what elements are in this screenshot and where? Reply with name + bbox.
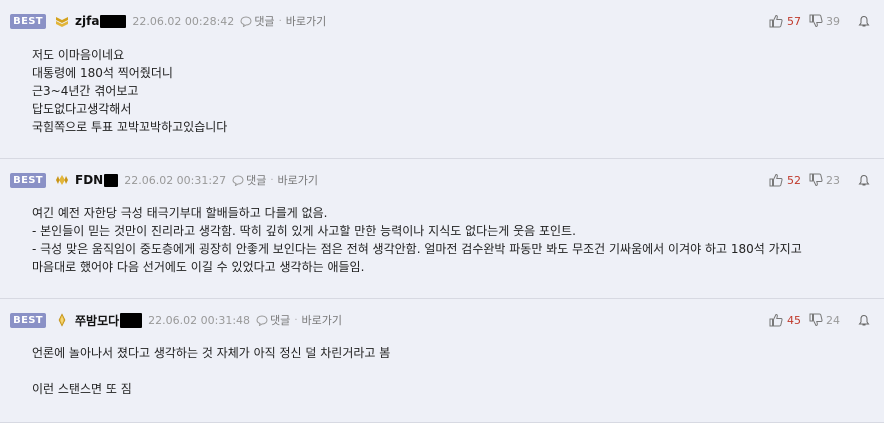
redaction-box — [100, 14, 127, 28]
thumbs-down-icon[interactable] — [809, 14, 823, 28]
author-nickname[interactable]: FDN — [75, 173, 103, 187]
downvote-count: 23 — [826, 173, 840, 187]
comment-line: 여긴 예전 자한당 극성 태극기부대 할배들하고 다를게 없음. — [32, 206, 328, 220]
comment-item: BEST FDN 22.06.02 00:31:27 댓글 · 바로가기 52 … — [0, 159, 884, 299]
comment-body: 저도 이마음이네요 대통령에 180석 찍어줬더니 근3~4년간 겪어보고 답도… — [32, 46, 227, 136]
comment-item: BEST 쭈밤모다 22.06.02 00:31:48 댓글 · 바로가기 45… — [0, 299, 884, 423]
downvote-count: 24 — [826, 313, 840, 327]
vote-area: 52 23 — [769, 173, 870, 187]
comment-line: 저도 이마음이네요 — [32, 48, 125, 62]
thumbs-down-icon[interactable] — [809, 313, 823, 327]
thumbs-up-icon[interactable] — [769, 173, 783, 187]
comment-timestamp: 22.06.02 00:31:27 — [124, 173, 227, 187]
comment-line: - 본인들이 믿는 것만이 진리라고 생각함. 딱히 깊히 있게 사고할 만한 … — [32, 224, 576, 238]
goto-link[interactable]: 바로가기 — [286, 13, 326, 29]
vote-area: 45 24 — [769, 313, 870, 327]
speech-bubble-icon — [232, 174, 244, 187]
meta-separator: · — [278, 15, 282, 27]
goto-link[interactable]: 바로가기 — [278, 172, 318, 188]
comment-line: 마음대로 했어야 다음 선거에도 이길 수 있었다고 생각하는 애들임. — [32, 260, 365, 274]
comment-line: 답도없다고생각해서 — [32, 102, 132, 116]
upvote-count: 57 — [787, 14, 801, 28]
report-bell-icon[interactable] — [858, 174, 870, 187]
thumbs-down-icon[interactable] — [809, 173, 823, 187]
gold-gem-rank-icon — [55, 313, 69, 327]
comment-meta: BEST FDN 22.06.02 00:31:27 댓글 · 바로가기 — [10, 171, 318, 189]
vote-area: 57 39 — [769, 14, 870, 28]
downvote-count: 39 — [826, 14, 840, 28]
report-bell-icon[interactable] — [858, 15, 870, 28]
redaction-box — [120, 312, 143, 328]
comment-body: 여긴 예전 자한당 극성 태극기부대 할배들하고 다를게 없음. - 본인들이 … — [32, 204, 802, 276]
thumbs-up-icon[interactable] — [769, 14, 783, 28]
speech-bubble-icon — [256, 314, 268, 327]
meta-separator: · — [294, 314, 298, 326]
speech-bubble-icon — [240, 15, 252, 28]
comment-meta: BEST zjfa 22.06.02 00:28:42 댓글 · 바로가기 — [10, 12, 326, 30]
comment-line: 언론에 놀아나서 졌다고 생각하는 것 자체가 아직 정신 덜 차린거라고 봄 — [32, 346, 391, 360]
comment-meta: BEST 쭈밤모다 22.06.02 00:31:48 댓글 · 바로가기 — [10, 311, 342, 329]
author-nickname[interactable]: zjfa — [75, 14, 99, 28]
gold-chevron-rank-icon — [55, 14, 69, 28]
comment-timestamp: 22.06.02 00:31:48 — [148, 313, 251, 327]
best-badge: BEST — [10, 13, 46, 29]
comment-item: BEST zjfa 22.06.02 00:28:42 댓글 · 바로가기 57… — [0, 0, 884, 159]
comment-line: 근3~4년간 겪어보고 — [32, 84, 139, 98]
thumbs-up-icon[interactable] — [769, 313, 783, 327]
reply-link[interactable]: 댓글 — [270, 312, 290, 328]
comment-line: 국힘쪽으로 투표 꼬박꼬박하고있습니다 — [32, 120, 228, 134]
comment-line: - 극성 맞은 움직임이 중도층에게 굉장히 안좋게 보인다는 점은 전혀 생각… — [32, 242, 802, 256]
gold-wings-rank-icon — [55, 173, 69, 187]
comment-line: 이런 스탠스면 또 짐 — [32, 382, 132, 396]
reply-link[interactable]: 댓글 — [254, 13, 274, 29]
meta-separator: · — [270, 174, 274, 186]
upvote-count: 45 — [787, 313, 801, 327]
upvote-count: 52 — [787, 173, 801, 187]
author-nickname[interactable]: 쭈밤모다 — [75, 312, 119, 329]
comment-blank-line — [32, 362, 390, 380]
report-bell-icon[interactable] — [858, 314, 870, 327]
best-badge: BEST — [10, 312, 46, 328]
comment-body: 언론에 놀아나서 졌다고 생각하는 것 자체가 아직 정신 덜 차린거라고 봄 … — [32, 344, 390, 398]
comment-timestamp: 22.06.02 00:28:42 — [132, 14, 235, 28]
best-badge: BEST — [10, 172, 46, 188]
reply-link[interactable]: 댓글 — [246, 172, 266, 188]
goto-link[interactable]: 바로가기 — [302, 312, 342, 328]
redaction-box — [104, 173, 119, 187]
comment-line: 대통령에 180석 찍어줬더니 — [32, 66, 173, 80]
